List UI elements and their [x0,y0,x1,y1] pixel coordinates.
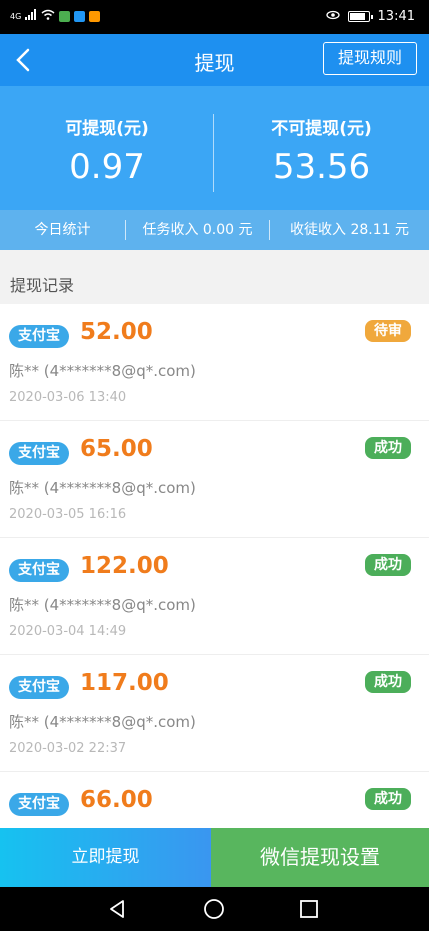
withdraw-now-button[interactable]: 立即提现 [0,828,211,887]
payment-method-badge: 支付宝 [9,793,69,816]
app-notification-icon [74,11,86,22]
withdraw-record-list[interactable]: 支付宝 52.00 待审 陈** (4*******8@q*.com) 2020… [0,304,429,828]
eye-icon [325,9,340,24]
app-notification-icon [89,11,101,22]
wechat-withdraw-settings-button[interactable]: 微信提现设置 [211,828,429,887]
available-value: 0.97 [69,147,145,187]
apprentice-income: 收徒收入 28.11 元 [290,222,409,238]
today-stats-label: 今日统计 [34,222,91,238]
withdraw-amount: 122.00 [80,553,169,579]
clock-time: 13:41 [377,9,415,24]
app-notification-icon [59,11,71,22]
payment-method-badge: 支付宝 [9,442,69,465]
wifi-icon [41,9,55,24]
record-time: 2020-03-02 22:37 [9,741,127,756]
available-balance: 可提现(元) 0.97 [0,86,214,210]
nav-back-button[interactable] [105,897,129,921]
status-badge: 成功 [365,788,411,810]
list-item[interactable]: 支付宝 65.00 成功 陈** (4*******8@q*.com) 2020… [0,421,429,538]
system-nav-bar [0,887,429,931]
payment-method-badge: 支付宝 [9,559,69,582]
unavailable-value: 53.56 [272,147,371,187]
withdraw-rules-button[interactable]: 提现规则 [323,42,417,75]
account-info: 陈** (4*******8@q*.com) [9,596,196,614]
list-item[interactable]: 支付宝 66.00 成功 [0,772,429,828]
account-info: 陈** (4*******8@q*.com) [9,479,196,497]
signal-icon [25,9,37,24]
unavailable-label: 不可提现(元) [271,119,372,139]
account-info: 陈** (4*******8@q*.com) [9,362,196,380]
withdraw-amount: 52.00 [80,319,153,345]
record-time: 2020-03-05 16:16 [9,507,127,522]
available-label: 可提现(元) [65,119,149,139]
status-badge: 成功 [365,671,411,693]
stats-bar: 今日统计 任务收入 0.00 元 收徒收入 28.11 元 [0,210,429,250]
record-time: 2020-03-06 13:40 [9,390,127,405]
battery-icon [347,11,373,22]
task-income: 任务收入 0.00 元 [142,222,253,238]
nav-recent-button[interactable] [297,897,321,921]
withdraw-amount: 66.00 [80,787,153,813]
list-item[interactable]: 支付宝 52.00 待审 陈** (4*******8@q*.com) 2020… [0,304,429,421]
status-badge: 待审 [365,320,411,342]
withdraw-amount: 117.00 [80,670,169,696]
list-item[interactable]: 支付宝 117.00 成功 陈** (4*******8@q*.com) 202… [0,655,429,772]
status-badge: 成功 [365,554,411,576]
header-bar: 提现 提现规则 [0,34,429,86]
circle-home-icon [204,899,224,919]
nav-home-button[interactable] [202,897,226,921]
square-recent-icon [300,900,318,918]
payment-method-badge: 支付宝 [9,325,69,348]
network-type-label: 4G [10,11,22,21]
list-item[interactable]: 支付宝 122.00 成功 陈** (4*******8@q*.com) 202… [0,538,429,655]
status-bar: 4G 13:41 [0,0,429,34]
section-title: 提现记录 [10,276,75,295]
withdraw-amount: 65.00 [80,436,153,462]
payment-method-badge: 支付宝 [9,676,69,699]
status-badge: 成功 [365,437,411,459]
account-info: 陈** (4*******8@q*.com) [9,713,196,731]
record-time: 2020-03-04 14:49 [9,624,127,639]
unavailable-balance: 不可提现(元) 53.56 [214,86,429,210]
balance-panel: 可提现(元) 0.97 不可提现(元) 53.56 [0,86,429,210]
triangle-back-icon [110,900,124,918]
